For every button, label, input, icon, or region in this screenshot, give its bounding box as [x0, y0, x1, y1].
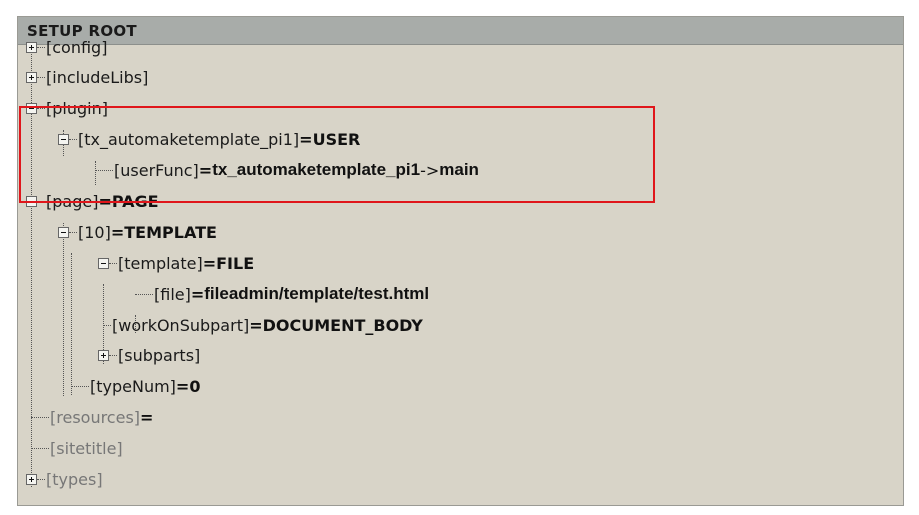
node-value: tx_automaketemplate_pi1: [212, 160, 421, 179]
tree-node-sitetitle[interactable]: [sitetitle]: [31, 433, 123, 463]
typoscript-tree: [config] [includeLibs] [plugin] [tx_auto…: [18, 17, 903, 505]
expand-icon[interactable]: [26, 473, 37, 485]
node-key: [tx_automaketemplate_pi1]: [78, 129, 300, 149]
node-eq: =: [175, 376, 190, 396]
node-key: [page]: [46, 191, 99, 211]
collapse-icon[interactable]: [26, 195, 37, 207]
node-key: [types]: [46, 469, 103, 489]
expand-icon[interactable]: [26, 71, 37, 83]
node-eq: =: [299, 129, 313, 149]
tree-node-workonsubpart[interactable]: [workOnSubpart] = DOCUMENT_BODY: [103, 310, 423, 340]
node-eq: =: [98, 191, 112, 211]
node-key: [config]: [46, 37, 108, 57]
node-eq: =: [190, 284, 205, 304]
node-value: 0: [189, 376, 201, 396]
node-key: [typeNum]: [90, 376, 176, 396]
node-value: TEMPLATE: [124, 222, 217, 242]
node-key: [template]: [118, 253, 203, 273]
node-eq: =: [110, 222, 125, 242]
setup-root-panel: SETUP ROOT [config] [includeLibs] [plugi…: [17, 16, 904, 506]
node-key: [file]: [154, 284, 191, 304]
collapse-icon[interactable]: [98, 257, 109, 269]
tree-node-10[interactable]: [10] = TEMPLATE: [58, 217, 217, 247]
node-key: [plugin]: [46, 98, 108, 118]
node-eq: =: [198, 160, 213, 180]
node-value: FILE: [216, 253, 255, 273]
tree-node-template[interactable]: [template] = FILE: [98, 248, 254, 278]
tree-node-includelibs[interactable]: [includeLibs]: [26, 62, 148, 92]
collapse-icon[interactable]: [58, 133, 69, 145]
node-arrow: ->: [420, 160, 440, 180]
tree-node-file[interactable]: [file] = fileadmin/template/test.html: [135, 279, 429, 309]
node-eq: =: [140, 407, 154, 427]
node-key: [resources]: [50, 407, 141, 427]
tree-node-config[interactable]: [config]: [26, 32, 107, 62]
expand-icon[interactable]: [98, 349, 109, 361]
node-key: [userFunc]: [114, 160, 199, 180]
tree-node-page[interactable]: [page] = PAGE: [26, 186, 159, 216]
node-eq: =: [202, 253, 217, 273]
node-value: USER: [312, 129, 361, 149]
collapse-icon[interactable]: [58, 226, 69, 238]
tree-node-types[interactable]: [types]: [26, 464, 103, 494]
node-value: DOCUMENT_BODY: [262, 315, 423, 335]
node-key: [workOnSubpart]: [112, 315, 250, 335]
tree-node-pi1[interactable]: [tx_automaketemplate_pi1] = USER: [58, 124, 360, 154]
node-key: [10]: [78, 222, 111, 242]
tree-node-resources[interactable]: [resources] =: [31, 402, 153, 432]
tree-node-plugin[interactable]: [plugin]: [26, 93, 108, 123]
tree-line-page: [63, 223, 64, 396]
node-eq: =: [249, 315, 263, 335]
tree-node-userfunc[interactable]: [userFunc] = tx_automaketemplate_pi1 -> …: [95, 155, 479, 185]
expand-icon[interactable]: [26, 41, 37, 53]
node-value: fileadmin/template/test.html: [204, 284, 430, 303]
collapse-icon[interactable]: [26, 102, 37, 114]
node-key: [sitetitle]: [50, 438, 123, 458]
node-key: [subparts]: [118, 345, 201, 365]
node-value-2: main: [439, 160, 479, 179]
node-key: [includeLibs]: [46, 67, 149, 87]
tree-node-subparts[interactable]: [subparts]: [98, 340, 200, 370]
tree-node-typenum[interactable]: [typeNum] = 0: [71, 371, 200, 401]
node-value: PAGE: [111, 191, 159, 211]
